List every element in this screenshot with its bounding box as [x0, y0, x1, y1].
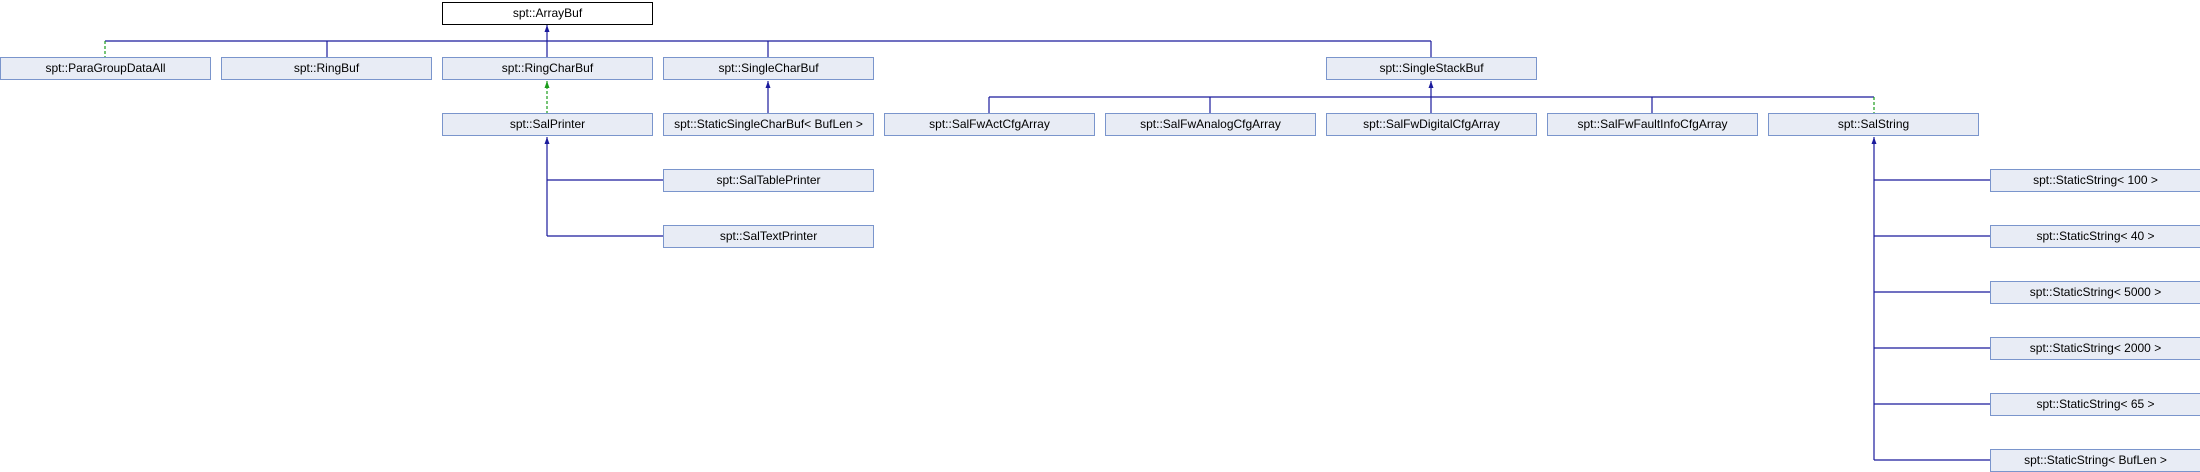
- arrowhead-icon: [765, 81, 771, 88]
- class-node-arraybuf[interactable]: spt::ArrayBuf: [442, 2, 653, 25]
- class-node-paragroupdataall[interactable]: spt::ParaGroupDataAll: [0, 57, 211, 80]
- class-node-salfwanalogcfgarray[interactable]: spt::SalFwAnalogCfgArray: [1105, 113, 1316, 136]
- class-node-salfwfaultinfocfgarray[interactable]: spt::SalFwFaultInfoCfgArray: [1547, 113, 1758, 136]
- class-node-singlestackbuf[interactable]: spt::SingleStackBuf: [1326, 57, 1537, 80]
- arrowhead-icon: [1428, 81, 1434, 88]
- class-node-staticsinglecharbuf[interactable]: spt::StaticSingleCharBuf< BufLen >: [663, 113, 874, 136]
- arrowhead-icon: [544, 137, 550, 144]
- class-node-ringcharbuf[interactable]: spt::RingCharBuf: [442, 57, 653, 80]
- arrowhead-icon: [544, 81, 550, 88]
- class-node-staticstringbuflen[interactable]: spt::StaticString< BufLen >: [1990, 449, 2200, 472]
- class-node-staticstring5000[interactable]: spt::StaticString< 5000 >: [1990, 281, 2200, 304]
- class-node-salprinter[interactable]: spt::SalPrinter: [442, 113, 653, 136]
- arrowhead-icon: [544, 25, 550, 32]
- class-node-salstring[interactable]: spt::SalString: [1768, 113, 1979, 136]
- class-node-staticstring2000[interactable]: spt::StaticString< 2000 >: [1990, 337, 2200, 360]
- class-node-staticstring100[interactable]: spt::StaticString< 100 >: [1990, 169, 2200, 192]
- class-node-singlecharbuf[interactable]: spt::SingleCharBuf: [663, 57, 874, 80]
- class-node-ringbuf[interactable]: spt::RingBuf: [221, 57, 432, 80]
- arrowhead-icon: [1871, 137, 1877, 144]
- class-node-salfwactcfgarray[interactable]: spt::SalFwActCfgArray: [884, 113, 1095, 136]
- class-node-staticstring65[interactable]: spt::StaticString< 65 >: [1990, 393, 2200, 416]
- class-node-saltextprinter[interactable]: spt::SalTextPrinter: [663, 225, 874, 248]
- class-node-salfwdigitalcfgarray[interactable]: spt::SalFwDigitalCfgArray: [1326, 113, 1537, 136]
- class-node-staticstring40[interactable]: spt::StaticString< 40 >: [1990, 225, 2200, 248]
- class-node-saltableprinter[interactable]: spt::SalTablePrinter: [663, 169, 874, 192]
